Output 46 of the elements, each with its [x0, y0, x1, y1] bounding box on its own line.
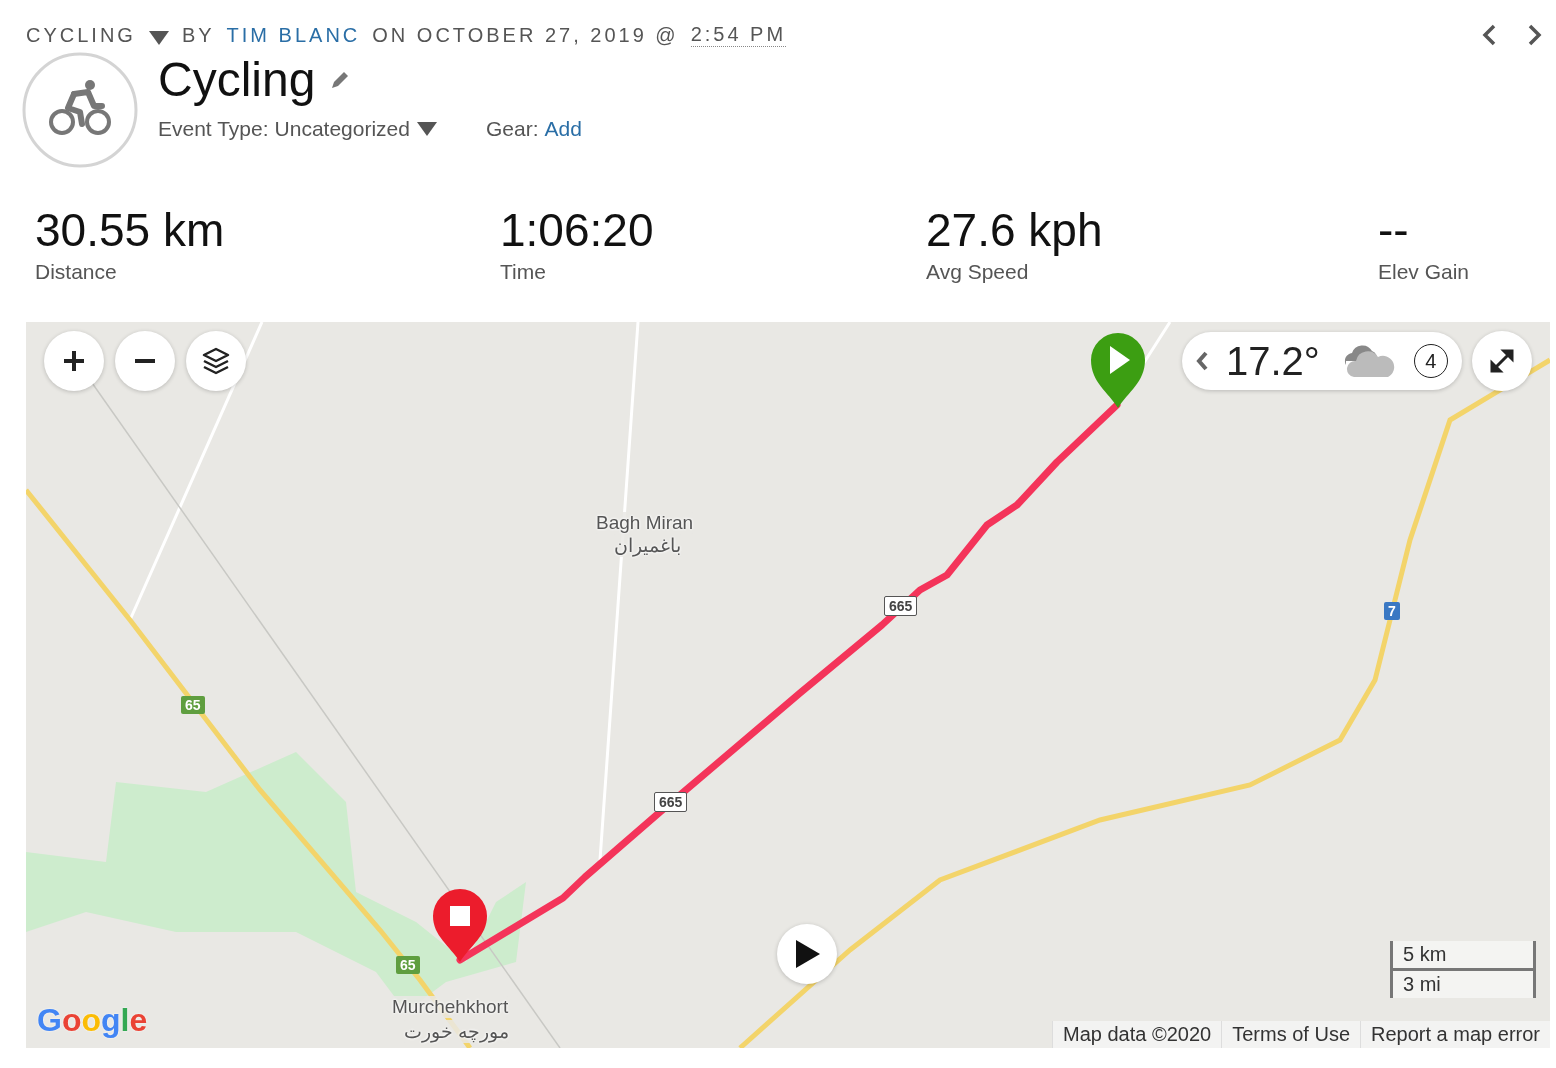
minus-icon [133, 359, 157, 363]
stat-value: 27.6 kph [926, 206, 1104, 255]
activity-title: Cycling [158, 52, 316, 107]
dropdown-caret-icon[interactable] [147, 30, 170, 46]
temperature-value: 17.2° [1226, 338, 1320, 384]
map-data-text: Map data ©2020 [1052, 1021, 1222, 1048]
add-gear-link[interactable]: Add [544, 117, 582, 141]
road-shield: 65 [181, 696, 205, 714]
plus-icon [62, 349, 86, 373]
stat-label: Avg Speed [926, 260, 1030, 285]
previous-icon[interactable] [1482, 24, 1496, 46]
stat-label: Distance [35, 260, 118, 285]
stat-label: Elev Gain [1378, 260, 1471, 285]
start-pin[interactable] [1091, 333, 1145, 408]
dropdown-caret-icon[interactable] [415, 121, 438, 137]
end-pin[interactable] [433, 889, 487, 962]
layers-icon [201, 346, 231, 376]
gear-label: Gear: [485, 117, 539, 141]
place-label: Murchehkhort [392, 996, 509, 1018]
map-link[interactable]: Report a map error [1360, 1021, 1550, 1048]
event-type-label: Event Type: [158, 117, 269, 141]
expand-arrows-icon [1488, 348, 1515, 374]
map-link[interactable]: Terms of Use [1221, 1021, 1361, 1048]
place-label: مورچه خورت [404, 1020, 510, 1043]
stat-value: 30.55 km [35, 206, 226, 255]
map-scale: 5 km 3 mi [1390, 941, 1536, 998]
by-label: BY [181, 23, 215, 47]
next-icon[interactable] [1528, 24, 1542, 46]
road-shield: 665 [884, 596, 918, 616]
road-shield: 65 [396, 956, 420, 974]
stat-label: Time [500, 260, 547, 285]
activity-type-label: CYCLING [26, 23, 136, 47]
date-label: ON OCTOBER 27, 2019 @ [372, 23, 679, 47]
event-type-value[interactable]: Uncategorized [274, 117, 410, 141]
chevron-left-icon[interactable] [1196, 351, 1208, 371]
cyclist-icon [22, 52, 138, 168]
road-shield: 7 [1384, 602, 1400, 620]
stat-value: 1:06:20 [500, 206, 655, 255]
place-label: Bagh Miran [596, 512, 694, 534]
time-label: 2:54 PM [690, 23, 787, 47]
play-icon [793, 938, 821, 970]
author-link[interactable]: TIM BLANC [226, 23, 361, 47]
road-shield: 665 [654, 792, 688, 812]
stat-value: -- [1378, 206, 1410, 255]
google-logo: Google [37, 1002, 148, 1039]
place-label: باغمیران [614, 534, 681, 557]
